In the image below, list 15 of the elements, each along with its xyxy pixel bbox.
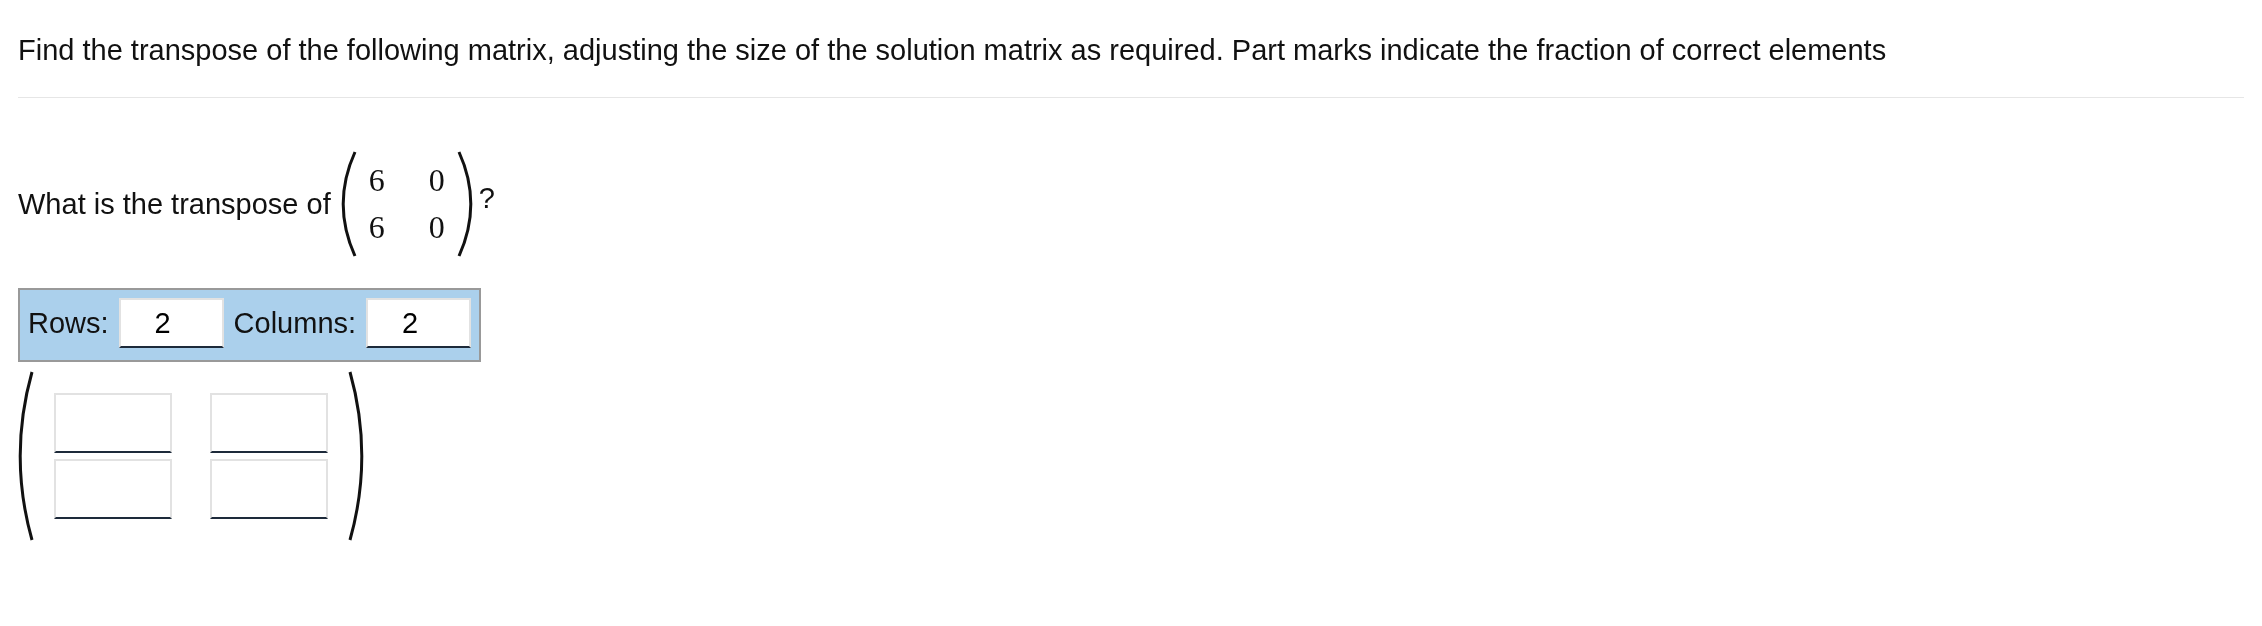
matrix-entry: 6: [368, 209, 385, 246]
size-input[interactable]: 2: [366, 298, 472, 348]
answer-field[interactable]: [210, 459, 328, 519]
answer-field[interactable]: [54, 393, 172, 453]
answer-field[interactable]: [210, 393, 328, 453]
matrix-entry: 0: [428, 209, 445, 246]
size-input[interactable]: 2: [118, 298, 224, 348]
matrix-entry: 0: [428, 162, 445, 199]
question-mark: ?: [478, 181, 495, 215]
matrix-entry: 6: [368, 162, 385, 199]
size-label: Rows:: [28, 306, 109, 340]
instructions-text: Find the transpose of the following matrix, adjusting the size of the solution matrix as required. Part marks indicate the fraction of correct elements: [18, 34, 1888, 67]
size-label: Columns:: [233, 306, 357, 340]
answer-field[interactable]: [54, 459, 172, 519]
question-text: What is the transpose of: [18, 187, 331, 221]
